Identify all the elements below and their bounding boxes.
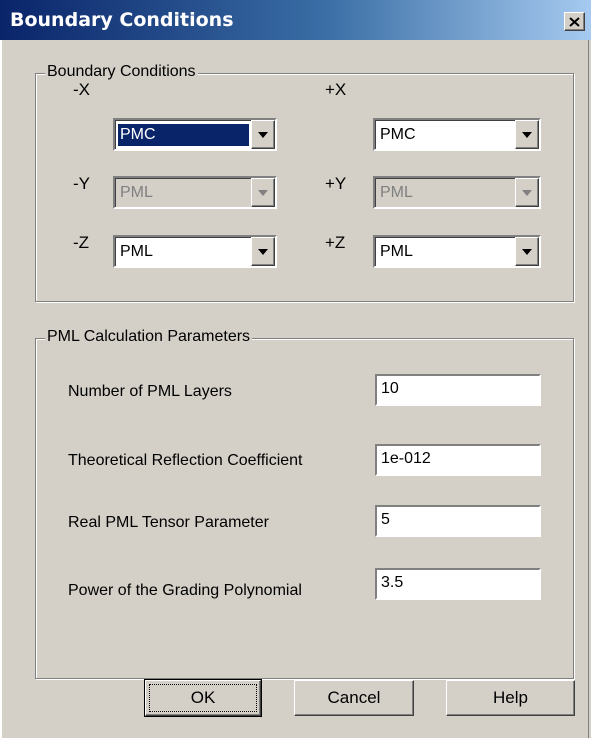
close-button[interactable] [564,12,585,31]
plus-z-dropdown-button[interactable] [515,237,539,266]
help-button-label: Help [493,688,528,707]
boundary-conditions-legend: Boundary Conditions [45,63,198,81]
grading-polynomial-label: Power of the Grading Polynomial [68,582,302,599]
pml-parameters-legend: PML Calculation Parameters [45,328,253,346]
minus-y-dropdown-button[interactable] [251,178,275,207]
title-bar[interactable]: Boundary Conditions [0,0,591,40]
minus-y-value: PML [120,184,153,201]
minus-y-label: -Y [73,174,90,193]
minus-z-dropdown-button[interactable] [251,237,275,266]
tensor-parameter-input[interactable]: 5 [375,505,541,537]
pml-layers-input[interactable]: 10 [375,374,541,406]
minus-z-value: PML [120,243,153,260]
chevron-down-icon [522,248,532,255]
minus-z-select[interactable]: PML [113,235,277,268]
plus-x-dropdown-button[interactable] [515,120,539,149]
plus-x-value: PMC [380,126,416,143]
minus-y-select[interactable]: PML [113,176,277,209]
minus-z-label: -Z [73,233,90,252]
pml-layers-label: Number of PML Layers [68,383,232,400]
reflection-coefficient-label: Theoretical Reflection Coefficient [68,452,303,469]
plus-x-select[interactable]: PMC [373,118,541,151]
plus-z-select[interactable]: PML [373,235,541,268]
window-title: Boundary Conditions [10,9,234,31]
grading-polynomial-input[interactable]: 3.5 [375,568,541,600]
plus-y-label: +Y [325,174,347,193]
chevron-down-icon [258,189,268,196]
minus-x-label: -X [73,80,90,99]
close-icon [569,16,580,27]
dialog-body: Boundary Conditions -X PMC +X PMC -Y PML… [0,40,591,738]
plus-z-label: +Z [325,233,346,252]
cancel-button-label: Cancel [327,688,381,707]
chevron-down-icon [522,189,532,196]
ok-button[interactable]: OK [144,679,262,717]
reflection-coefficient-input[interactable]: 1e-012 [375,444,541,476]
minus-x-select[interactable]: PMC [113,118,277,151]
ok-focus-ring [149,684,257,712]
plus-z-value: PML [380,243,413,260]
help-button[interactable]: Help [446,680,575,716]
chevron-down-icon [258,248,268,255]
plus-y-value: PML [380,184,413,201]
plus-y-select[interactable]: PML [373,176,541,209]
minus-x-value: PMC [118,124,249,146]
minus-x-dropdown-button[interactable] [251,120,275,149]
frame-edge-left [0,40,2,738]
tensor-parameter-label: Real PML Tensor Parameter [68,514,269,531]
cancel-button[interactable]: Cancel [294,680,414,716]
plus-x-label: +X [325,80,347,99]
plus-y-dropdown-button[interactable] [515,178,539,207]
chevron-down-icon [258,131,268,138]
chevron-down-icon [522,131,532,138]
